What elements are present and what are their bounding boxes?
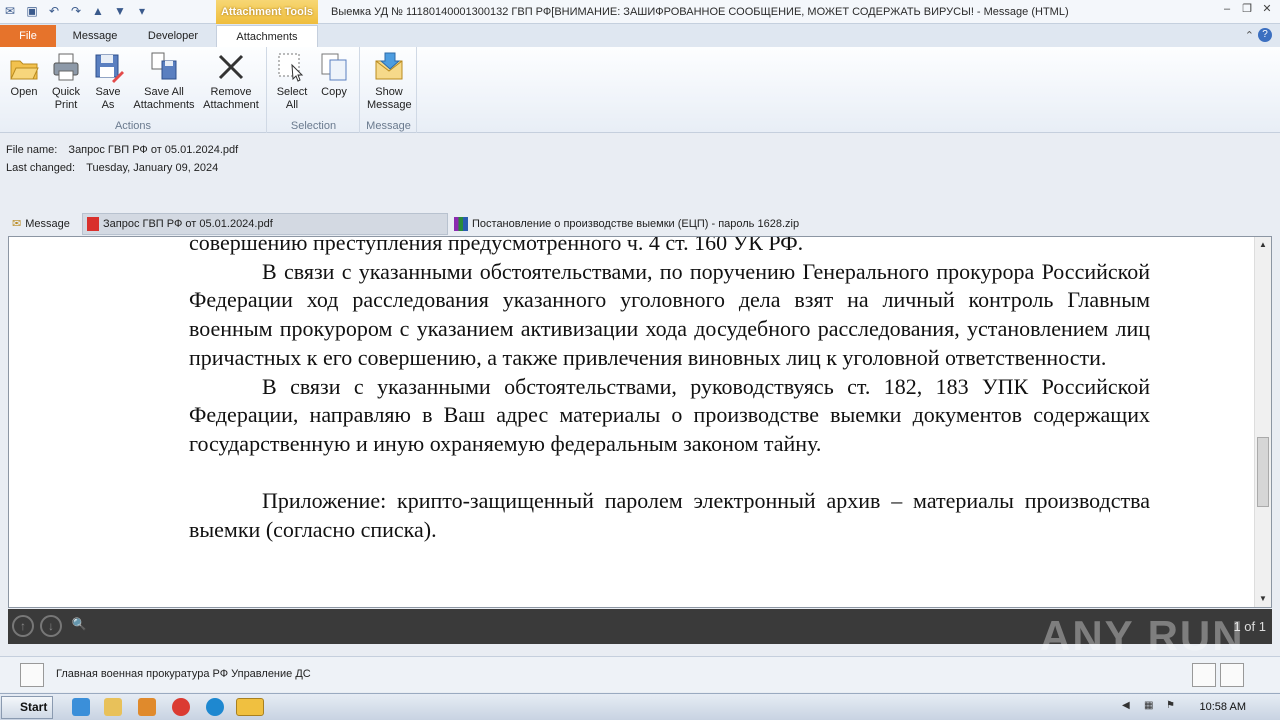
- title-bar: ✉ ▣ ↶ ↷ ▲ ▼ ▾ Attachment Tools Выемка УД…: [0, 0, 1280, 24]
- undo-icon[interactable]: ↶: [46, 3, 62, 19]
- archive-icon: [454, 217, 468, 231]
- group-message: Show Message Message: [361, 47, 417, 133]
- watermark-logo: ANY RUN: [1040, 612, 1245, 659]
- flag-icon[interactable]: ⚑: [1166, 700, 1180, 714]
- attachment-strip: ✉ Message Запрос ГВП РФ от 05.01.2024.pd…: [0, 211, 1280, 235]
- remove-x-icon: [215, 51, 247, 83]
- save-icon[interactable]: ▣: [24, 3, 40, 19]
- outlook-envelope-icon: ✉: [4, 4, 16, 18]
- sender-name[interactable]: Главная военная прокуратура РФ Управлени…: [56, 668, 311, 680]
- explorer-icon[interactable]: [104, 698, 122, 716]
- scroll-up-icon[interactable]: ▲: [1257, 239, 1269, 251]
- people-avatar-2[interactable]: [1220, 663, 1244, 687]
- ie-icon[interactable]: [72, 698, 90, 716]
- clock: 10:58 AM: [1199, 701, 1246, 713]
- save-all-icon: [148, 51, 180, 83]
- pdf-icon: [87, 217, 99, 231]
- customize-qat-icon[interactable]: ▾: [134, 3, 150, 19]
- attachment-pdf-tab[interactable]: Запрос ГВП РФ от 05.01.2024.pdf: [82, 213, 448, 235]
- ribbon-collapse-icon[interactable]: ⌃: [1245, 29, 1254, 42]
- remove-attachment-button[interactable]: Remove Attachment: [198, 51, 264, 112]
- vertical-scrollbar[interactable]: ▲ ▼: [1254, 237, 1271, 607]
- close-icon[interactable]: ✕: [1260, 2, 1274, 16]
- doc-paragraph-1: В связи с указанными обстоятельствами, п…: [189, 258, 1150, 370]
- last-changed-label: Last changed:: [6, 162, 76, 174]
- attachment-zip-tab[interactable]: Постановление о производстве выемки (ЕЦП…: [450, 213, 890, 235]
- minimize-icon[interactable]: –: [1220, 2, 1234, 16]
- document-text: совершению преступления предусмотренного…: [189, 236, 1150, 545]
- copy-button[interactable]: Copy: [314, 51, 354, 99]
- file-name-label: File name:: [6, 144, 58, 156]
- scroll-thumb[interactable]: [1257, 437, 1269, 507]
- previous-page-icon[interactable]: ↑: [12, 615, 34, 637]
- quick-access-toolbar: ✉ ▣ ↶ ↷ ▲ ▼ ▾: [2, 3, 150, 19]
- group-label-selection: Selection: [290, 120, 337, 132]
- ribbon: Open Quick Print Save As Save All Attach…: [0, 47, 1280, 133]
- group-label-message: Message: [366, 120, 411, 132]
- up-arrow-icon[interactable]: ▲: [90, 3, 106, 19]
- next-page-icon[interactable]: ↓: [40, 615, 62, 637]
- redo-icon[interactable]: ↷: [68, 3, 84, 19]
- outlook-taskbar-icon[interactable]: [236, 698, 264, 716]
- document-preview[interactable]: совершению преступления предусмотренного…: [8, 236, 1272, 608]
- group-actions: Open Quick Print Save As Save All Attach…: [0, 47, 267, 133]
- attachment-message-tab[interactable]: ✉ Message: [8, 213, 80, 235]
- down-arrow-icon[interactable]: ▼: [112, 3, 128, 19]
- tab-file[interactable]: File: [0, 25, 56, 47]
- zoom-search-icon[interactable]: 🔍: [68, 615, 90, 637]
- file-name-value: Запрос ГВП РФ от 05.01.2024.pdf: [68, 144, 239, 156]
- restore-icon[interactable]: ❐: [1240, 2, 1254, 16]
- start-button[interactable]: Start: [1, 696, 53, 719]
- people-avatar[interactable]: [1192, 663, 1216, 687]
- group-label-actions: Actions: [114, 120, 152, 132]
- printer-icon: [50, 51, 82, 83]
- taskbar: Start ◀ ▦ ⚑ 10:58 AM: [0, 693, 1280, 720]
- show-message-button[interactable]: Show Message: [367, 51, 412, 112]
- people-pane: Главная военная прокуратура РФ Управлени…: [0, 656, 1280, 692]
- quick-print-button[interactable]: Quick Print: [46, 51, 86, 112]
- copy-icon: [318, 51, 350, 83]
- tab-message[interactable]: Message: [58, 25, 132, 47]
- doc-paragraph-2: В связи с указанными обстоятельствами, р…: [189, 373, 1150, 456]
- window-title: Выемка УД № 11180140001300132 ГВП РФ[ВНИ…: [331, 6, 1069, 18]
- attachment-tools-context-tab: Attachment Tools: [216, 0, 318, 24]
- sender-avatar[interactable]: [20, 663, 44, 687]
- open-button[interactable]: Open: [4, 51, 44, 99]
- chrome-icon[interactable]: [172, 698, 190, 716]
- select-all-icon: [276, 51, 308, 83]
- save-as-button[interactable]: Save As: [88, 51, 128, 112]
- network-icon[interactable]: ▦: [1144, 700, 1158, 714]
- select-all-button[interactable]: Select All: [272, 51, 312, 112]
- tab-developer[interactable]: Developer: [134, 25, 212, 47]
- envelope-icon: [373, 51, 405, 83]
- tab-attachments[interactable]: Attachments: [216, 25, 318, 47]
- save-as-icon: [92, 51, 124, 83]
- doc-paragraph-0: совершению преступления предусмотренного…: [189, 236, 804, 255]
- scroll-down-icon[interactable]: ▼: [1257, 593, 1269, 605]
- ribbon-tabs: File Message Developer Attachments ⌃ ?: [0, 24, 1280, 47]
- edge-icon[interactable]: [206, 698, 224, 716]
- attachment-file-info: File name: Запрос ГВП РФ от 05.01.2024.p…: [0, 134, 1280, 210]
- media-player-icon[interactable]: [138, 698, 156, 716]
- envelope-icon: ✉: [12, 218, 22, 230]
- open-folder-icon: [8, 51, 40, 83]
- last-changed-value: Tuesday, January 09, 2024: [86, 162, 219, 174]
- save-all-attachments-button[interactable]: Save All Attachments: [130, 51, 198, 112]
- group-selection: Select All Copy Selection: [268, 47, 360, 133]
- volume-icon[interactable]: ◀: [1122, 700, 1136, 714]
- help-icon[interactable]: ?: [1258, 28, 1272, 42]
- doc-paragraph-3: Приложение: крипто-защищенный паролем эл…: [189, 488, 1150, 543]
